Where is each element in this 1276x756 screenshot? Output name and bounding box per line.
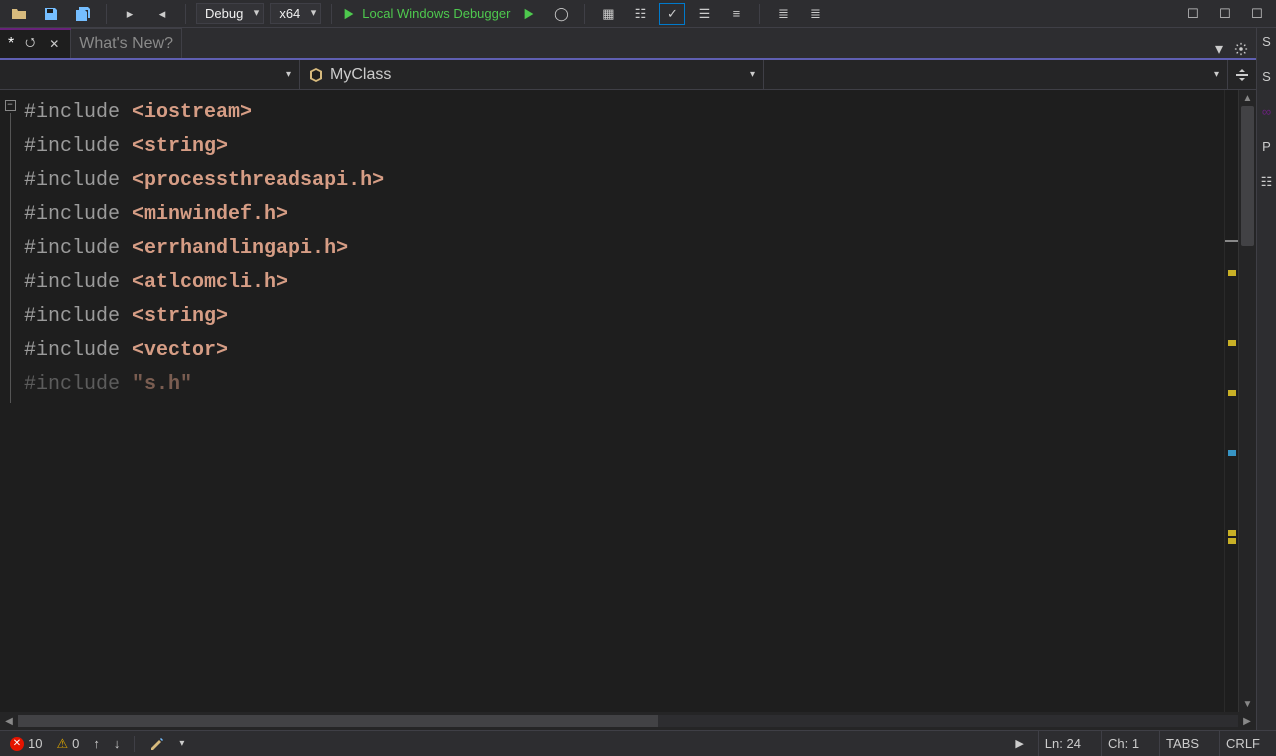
toolbar-separator <box>185 4 186 24</box>
scroll-down-arrow-icon[interactable]: ▼ <box>1239 696 1256 712</box>
bookmark-icon[interactable]: ☐ <box>1180 3 1206 25</box>
warning-count-value: 0 <box>72 736 79 751</box>
code-editor[interactable]: − #include <iostream>#include <string>#i… <box>0 90 1256 712</box>
chevron-down-icon: ▾ <box>750 69 755 80</box>
warning-count[interactable]: ⚠ 0 <box>56 736 79 752</box>
status-separator <box>134 736 135 752</box>
indent-mode[interactable]: TABS <box>1159 731 1205 756</box>
toolbar-separator <box>759 4 760 24</box>
debugger-target-label: Local Windows Debugger <box>362 6 510 21</box>
side-tab[interactable]: P <box>1262 139 1271 154</box>
toolbar-button[interactable]: ✓ <box>659 3 685 25</box>
member-dropdown[interactable]: ▾ <box>764 60 1228 89</box>
error-count[interactable]: ✕ 10 <box>10 736 42 751</box>
right-tool-tabs: S S ∞ P ☷ <box>1256 28 1276 730</box>
fold-guide <box>10 113 11 403</box>
save-icon[interactable] <box>38 3 64 25</box>
overview-ruler[interactable] <box>1224 90 1238 712</box>
active-file-tab[interactable]: * ⭯ ✕ <box>0 28 71 58</box>
toolbar-button[interactable]: ≡ <box>723 3 749 25</box>
toolbar-button[interactable]: ◯ <box>548 3 574 25</box>
next-issue-icon[interactable]: ↓ <box>114 736 121 751</box>
caret-line[interactable]: Ln: 24 <box>1038 731 1087 756</box>
scrollbar-track[interactable] <box>1239 106 1256 696</box>
class-dropdown[interactable]: MyClass ▾ <box>300 60 764 89</box>
side-tab[interactable]: S <box>1262 34 1271 49</box>
whats-new-tab[interactable]: What's New? <box>71 28 182 58</box>
scope-dropdown[interactable]: ▾ <box>0 60 300 89</box>
tab-overflow-dropdown-icon[interactable]: ▾ <box>1210 40 1228 58</box>
vertical-scrollbar[interactable]: ▲ ▼ <box>1238 90 1256 712</box>
start-debugging-button[interactable]: Local Windows Debugger <box>342 6 510 21</box>
toolbar-button[interactable]: ≣ <box>770 3 796 25</box>
platform-dropdown[interactable]: x64 <box>270 3 321 24</box>
scroll-right-arrow-icon[interactable]: ▶ <box>1238 716 1256 727</box>
toolbar-separator <box>584 4 585 24</box>
horizontal-scrollbar[interactable]: ◀ ▶ <box>0 712 1256 730</box>
code-text-area[interactable]: #include <iostream>#include <string>#inc… <box>20 90 1224 712</box>
toolbar-button[interactable]: ☰ <box>691 3 717 25</box>
indent-value: TABS <box>1166 736 1199 751</box>
play-icon[interactable]: ▶ <box>1015 737 1023 750</box>
bookmark-prev-icon[interactable]: ☐ <box>1212 3 1238 25</box>
caret-col[interactable]: Ch: 1 <box>1101 731 1145 756</box>
eol-value: CRLF <box>1226 736 1260 751</box>
tab-dirty-indicator: * <box>8 35 14 53</box>
toolbar-separator <box>106 4 107 24</box>
configuration-dropdown[interactable]: Debug <box>196 3 264 24</box>
main-toolbar: ▸ ◂ Debug x64 Local Windows Debugger ◯ ▦… <box>0 0 1276 28</box>
class-icon <box>308 67 324 83</box>
error-count-value: 10 <box>28 736 42 751</box>
tab-settings-icon[interactable] <box>1232 40 1250 58</box>
bookmark-next-icon[interactable]: ☐ <box>1244 3 1270 25</box>
save-all-icon[interactable] <box>70 3 96 25</box>
start-without-debugging-icon[interactable] <box>516 3 542 25</box>
toolbar-button[interactable]: ▦ <box>595 3 621 25</box>
prev-issue-icon[interactable]: ↑ <box>93 736 100 751</box>
side-tab[interactable]: S <box>1262 69 1271 84</box>
status-bar: ✕ 10 ⚠ 0 ↑ ↓ ▾ ▶ Ln: 24 Ch: 1 TABS CRLF <box>0 730 1276 756</box>
scrollbar-thumb[interactable] <box>1241 106 1254 246</box>
pin-tab-icon[interactable]: ⭯ <box>22 36 38 52</box>
warning-icon: ⚠ <box>56 736 68 752</box>
nav-forward-icon[interactable]: ◂ <box>149 3 175 25</box>
col-label: Ch: <box>1108 736 1128 751</box>
error-icon: ✕ <box>10 737 24 751</box>
scroll-up-arrow-icon[interactable]: ▲ <box>1239 90 1256 106</box>
fold-toggle-icon[interactable]: − <box>5 100 16 111</box>
tab-label: What's New? <box>79 35 173 53</box>
toolbar-button[interactable]: ≣ <box>802 3 828 25</box>
nav-back-icon[interactable]: ▸ <box>117 3 143 25</box>
document-tab-strip: * ⭯ ✕ What's New? ▾ <box>0 28 1256 60</box>
close-tab-icon[interactable]: ✕ <box>46 36 62 52</box>
chevron-down-icon[interactable]: ▾ <box>179 738 184 749</box>
chevron-down-icon: ▾ <box>1214 69 1219 80</box>
toolbar-button[interactable]: ☷ <box>627 3 653 25</box>
brush-icon[interactable] <box>149 736 165 752</box>
col-value: 1 <box>1132 736 1139 751</box>
hscroll-track[interactable] <box>18 715 1238 727</box>
scroll-left-arrow-icon[interactable]: ◀ <box>0 716 18 727</box>
eol-mode[interactable]: CRLF <box>1219 731 1266 756</box>
hscroll-thumb[interactable] <box>18 715 658 727</box>
line-label: Ln: <box>1045 736 1063 751</box>
side-tab[interactable]: ∞ <box>1262 104 1271 119</box>
toolbar-separator <box>331 4 332 24</box>
class-value: MyClass <box>330 66 391 84</box>
editor-gutter[interactable]: − <box>0 90 20 712</box>
line-value: 24 <box>1066 736 1080 751</box>
split-editor-icon[interactable] <box>1228 67 1256 83</box>
side-tab[interactable]: ☷ <box>1261 174 1273 190</box>
chevron-down-icon: ▾ <box>286 69 291 80</box>
navigation-bar: ▾ MyClass ▾ ▾ <box>0 60 1256 90</box>
open-file-icon[interactable] <box>6 3 32 25</box>
